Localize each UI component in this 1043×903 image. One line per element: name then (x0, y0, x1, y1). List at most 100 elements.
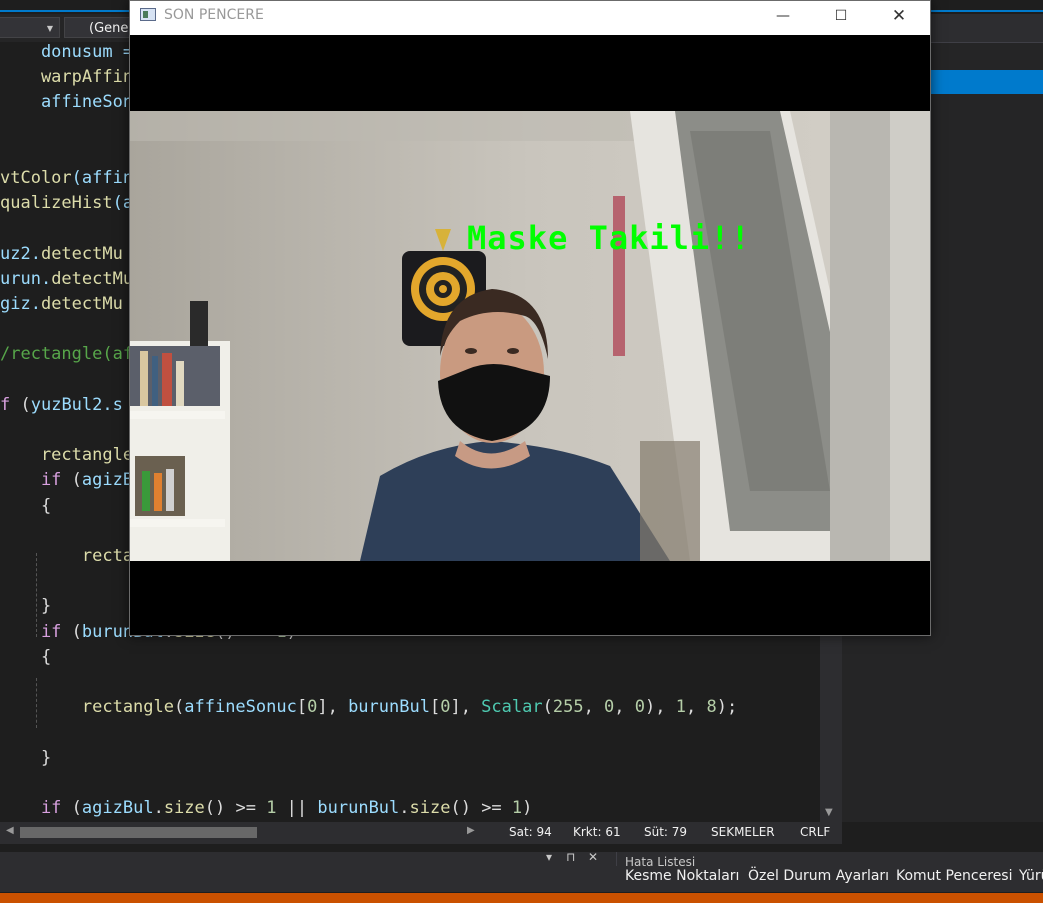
code-token: [ (429, 697, 441, 718)
code-token: ( (71, 798, 82, 818)
code-token: Scalar (481, 697, 543, 718)
code-line[interactable]: rectangle(affineSonuc[0], burunBul[0], S… (0, 695, 737, 720)
code-line[interactable]: } (0, 594, 51, 619)
code-token: warpAffine (0, 67, 144, 88)
code-token: || (276, 798, 318, 818)
panel-dropdown-icon[interactable]: ▾ (546, 850, 552, 864)
son-pencere-window[interactable]: SON PENCERE — ☐ ✕ Maske Takili!! (129, 0, 931, 636)
window-title: SON PENCERE (164, 7, 264, 23)
code-token: yuzBul2.s (30, 394, 123, 415)
code-token: (affin (71, 168, 134, 188)
status-col: Süt: 79 (644, 825, 688, 839)
minimize-icon[interactable]: — (760, 1, 806, 31)
code-token: ( (71, 621, 82, 642)
code-token: , (614, 697, 635, 718)
code-token: uz2. (0, 243, 41, 264)
debug-status-bar (0, 893, 1043, 903)
code-token: 8 (706, 697, 717, 718)
code-line[interactable]: { (0, 645, 51, 670)
code-token: rectan (0, 546, 144, 566)
close-icon[interactable]: ✕ (876, 1, 922, 31)
code-token: 0 (440, 697, 451, 718)
tab-command-window[interactable]: Komut Penceresi (896, 868, 1012, 884)
error-list-tab[interactable]: Hata Listesi (616, 852, 1043, 866)
code-token: 0 (307, 697, 318, 718)
panel-gap (0, 844, 1043, 852)
maximize-icon[interactable]: ☐ (818, 1, 864, 31)
code-token: 1 (675, 697, 686, 718)
code-line[interactable]: if (agizBul.size() >= 1 || burunBul.size… (0, 796, 532, 821)
scroll-right-icon[interactable]: ▶ (467, 825, 475, 836)
code-line[interactable]: if (agizBu (0, 468, 143, 493)
code-line[interactable]: affineSonu (0, 90, 143, 115)
code-line[interactable]: f (yuzBul2.s (0, 393, 123, 418)
status-indent[interactable]: SEKMELER (711, 825, 775, 839)
code-token: affineSonuc (184, 697, 297, 718)
code-line[interactable]: qualizeHist(a (0, 191, 133, 216)
code-token: ], (450, 697, 482, 718)
code-line[interactable]: warpAffine (0, 65, 143, 90)
code-token: , (583, 697, 605, 718)
code-token: if (0, 798, 72, 818)
code-token: , (686, 697, 707, 718)
code-token: detectMu (40, 294, 123, 314)
code-line[interactable]: { (0, 494, 51, 519)
code-token: /rectangle(af (0, 344, 134, 365)
code-token: urun. (0, 268, 52, 289)
code-line[interactable]: rectan (0, 544, 143, 569)
code-token: affineSonu (0, 92, 144, 113)
status-char: Krkt: 61 (573, 825, 621, 839)
code-line[interactable]: rectangle (0, 443, 133, 468)
code-token: ( (71, 470, 82, 491)
code-token: { (0, 495, 52, 516)
editor-status-bar: ◀ ▶ Sat: 94 Krkt: 61 Süt: 79 SEKMELER CR… (0, 822, 842, 844)
opencv-window-icon (140, 8, 156, 21)
code-line[interactable]: } (0, 746, 51, 771)
tab-run[interactable]: Yürü (1019, 868, 1043, 884)
window-titlebar[interactable]: SON PENCERE — ☐ ✕ (130, 1, 930, 31)
code-line[interactable]: vtColor(affin (0, 166, 133, 191)
code-token: [ (296, 697, 308, 718)
code-token: vtColor (0, 168, 72, 188)
code-token: ( (174, 697, 185, 718)
chevron-down-icon: ▼ (46, 24, 53, 33)
code-token: size (163, 798, 205, 818)
tab-exception-settings[interactable]: Özel Durum Ayarları (748, 868, 889, 884)
video-canvas: Maske Takili!! (130, 35, 930, 635)
scope-combo-label: (Gene (89, 21, 129, 36)
code-token: rectangle (0, 445, 134, 466)
code-line[interactable]: urun.detectMu (0, 267, 133, 292)
code-token: agizBul (81, 798, 154, 818)
code-token: () >= (204, 798, 267, 818)
scroll-left-icon[interactable]: ◀ (6, 825, 14, 836)
scroll-down-icon[interactable]: ▼ (825, 807, 833, 818)
tab-breakpoints[interactable]: Kesme Noktaları (625, 868, 739, 884)
code-token: . (153, 798, 164, 818)
project-combo[interactable]: ▼ (0, 17, 60, 38)
close-panel-icon[interactable]: ✕ (588, 850, 598, 864)
code-token: size (409, 798, 451, 818)
code-token: ( (542, 697, 553, 718)
pin-icon[interactable]: ⊓ (566, 850, 575, 864)
code-line[interactable]: donusum = (0, 42, 143, 65)
code-token: if (0, 621, 72, 642)
horizontal-scroll-thumb[interactable] (20, 827, 257, 838)
mask-status-text: Maske Takili!! (467, 219, 751, 257)
status-eol[interactable]: CRLF (800, 825, 830, 839)
code-token: qualizeHist (0, 193, 113, 214)
code-token: ], (317, 697, 349, 718)
code-token: ), (645, 697, 676, 718)
code-token: ) (522, 798, 533, 818)
bottom-tool-tabs: Kesme Noktaları Özel Durum Ayarları Komu… (0, 866, 1043, 892)
webcam-frame: Maske Takili!! (130, 111, 930, 561)
code-line[interactable]: giz.detectMu (0, 292, 123, 317)
code-line[interactable]: /rectangle(af (0, 342, 133, 367)
code-token: burunBul (348, 697, 430, 718)
code-line[interactable]: uz2.detectMu (0, 242, 123, 267)
code-token: rectangle (0, 697, 174, 718)
code-token: 1 (266, 798, 277, 818)
code-token: if (0, 470, 72, 491)
code-token: 1 (511, 798, 523, 818)
code-token: f (0, 394, 21, 415)
status-line: Sat: 94 (509, 825, 552, 839)
